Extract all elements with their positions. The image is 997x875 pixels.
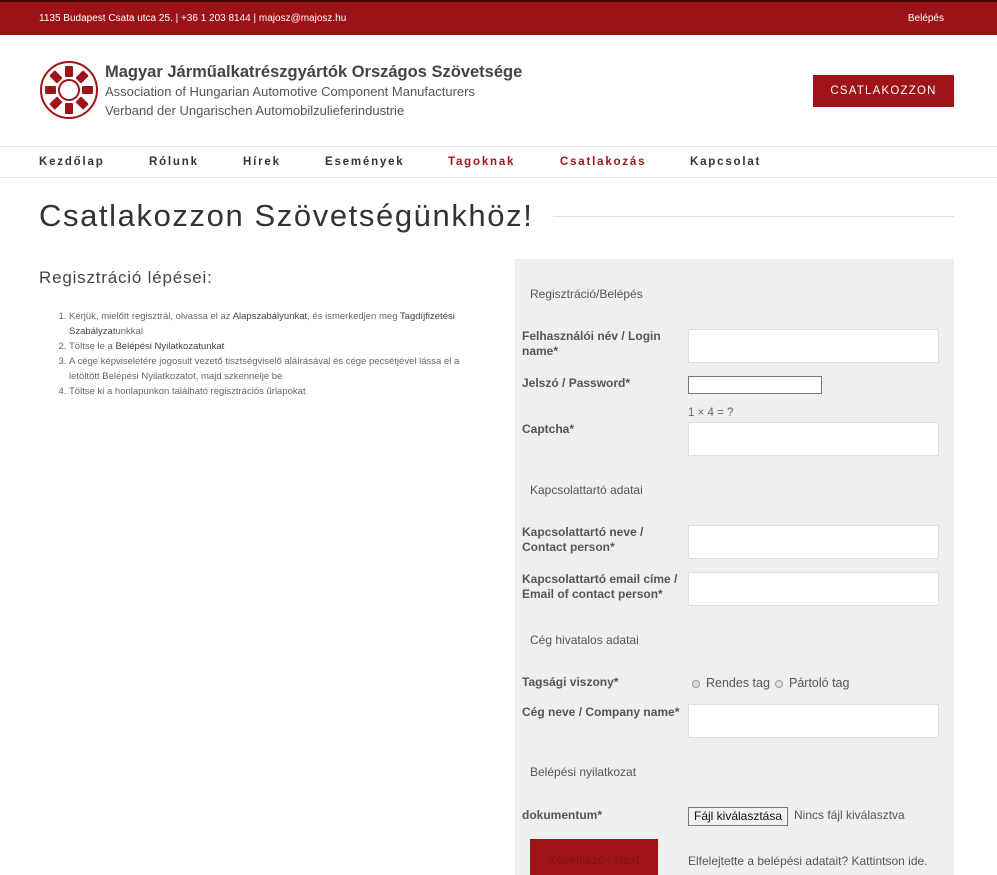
registration-steps: Kérjük, mielőtt regisztrál, olvassa el a…: [69, 309, 489, 399]
org-name-en: Association of Hungarian Automotive Comp…: [105, 84, 475, 99]
nav-item-about[interactable]: Rólunk: [149, 156, 199, 168]
username-label: Felhasználói név / Login name*: [522, 329, 661, 358]
title-divider: [553, 216, 954, 217]
document-label: dokumentum*: [522, 808, 603, 822]
top-bar: 1135 Budapest Csata utca 25. | +36 1 203…: [0, 0, 997, 35]
section-declaration: Belépési nyilatkozat: [530, 765, 637, 779]
radio-supporting-member[interactable]: Pártoló tag: [775, 676, 849, 690]
org-name-hu: Magyar Járműalkatrészgyártók Országos Sz…: [105, 63, 523, 81]
forgot-credentials-link[interactable]: Elfelejtette a belépési adatait? Kattint…: [688, 854, 928, 868]
registration-form: Regisztráció/Belépés Felhasználói név / …: [515, 259, 954, 875]
nav-item-members[interactable]: Tagoknak: [448, 156, 515, 168]
nav-item-news[interactable]: Hírek: [243, 156, 281, 168]
contact-email-label: Kapcsolattartó email címe / Email of con…: [522, 572, 678, 601]
nav-item-contact[interactable]: Kapcsolat: [690, 156, 761, 168]
nav-item-home[interactable]: Kezdőlap: [39, 156, 105, 168]
radio-icon: [692, 679, 700, 688]
contact-info: 1135 Budapest Csata utca 25. | +36 1 203…: [39, 13, 347, 24]
contact-email-input[interactable]: [688, 572, 939, 606]
bylaws-link[interactable]: Alapszabályunkat: [233, 311, 307, 322]
steps-heading: Regisztráció lépései:: [39, 268, 213, 287]
section-company: Cég hivatalos adatai: [530, 633, 639, 647]
username-input[interactable]: [688, 329, 939, 363]
step-text: , és ismerkedjen meg: [307, 311, 400, 322]
gear-logo-icon[interactable]: [39, 60, 99, 120]
membership-label: Tagsági viszony*: [522, 675, 619, 689]
step-text: unkkal: [115, 326, 143, 337]
page-title: Csatlakozzon Szövetségünkhöz!: [39, 198, 534, 233]
list-item: Töltse le a Belépési Nyilatkozatunkat: [69, 339, 489, 354]
list-item: Kérjük, mielőtt regisztrál, olvassa el a…: [69, 309, 489, 339]
login-link[interactable]: Belépés: [908, 13, 944, 24]
list-item: Töltse ki a honlapunkon található regisz…: [69, 384, 489, 399]
contact-name-input[interactable]: [688, 525, 939, 559]
main-nav: Kezdőlap Rólunk Hírek Események Tagoknak…: [0, 146, 997, 178]
nav-item-events[interactable]: Események: [325, 156, 405, 168]
radio-label: Pártoló tag: [789, 676, 850, 690]
file-status: Nincs fájl kiválasztva: [794, 808, 905, 822]
radio-icon: [775, 679, 783, 688]
section-contact: Kapcsolattartó adatai: [530, 483, 643, 497]
file-choose-button[interactable]: Fájl kiválasztása: [688, 807, 789, 826]
company-name-input[interactable]: [688, 704, 939, 738]
step-text: Kérjük, mielőtt regisztrál, olvassa el a…: [69, 311, 233, 322]
section-login: Regisztráció/Belépés: [530, 287, 643, 301]
captcha-label: Captcha*: [522, 422, 575, 436]
radio-label: Rendes tag: [706, 676, 770, 690]
step-text: Töltse ki a honlapunkon található regisz…: [69, 386, 306, 397]
next-button[interactable]: Következő / Next: [530, 839, 658, 875]
org-name-de: Verband der Ungarischen Automobilzuliefe…: [105, 103, 405, 118]
declaration-link[interactable]: Belépési Nyilatkozatunkat: [115, 341, 224, 352]
nav-item-join[interactable]: Csatlakozás: [560, 156, 646, 168]
password-label: Jelszó / Password*: [522, 376, 631, 390]
step-text: A cége képviseletére jogosult vezető tis…: [69, 356, 460, 382]
password-input[interactable]: [688, 376, 822, 394]
company-name-label: Cég neve / Company name*: [522, 705, 680, 719]
join-button[interactable]: CSATLAKOZZON: [813, 75, 954, 107]
contact-name-label: Kapcsolattartó neve / Contact person*: [522, 525, 644, 554]
captcha-input[interactable]: [688, 422, 939, 456]
list-item: A cége képviseletére jogosult vezető tis…: [69, 354, 489, 384]
step-text: Töltse le a: [69, 341, 116, 352]
org-name[interactable]: Magyar Járműalkatrészgyártók Országos Sz…: [105, 62, 522, 120]
radio-regular-member[interactable]: Rendes tag: [692, 676, 770, 690]
captcha-question: 1 × 4 = ?: [688, 407, 734, 419]
